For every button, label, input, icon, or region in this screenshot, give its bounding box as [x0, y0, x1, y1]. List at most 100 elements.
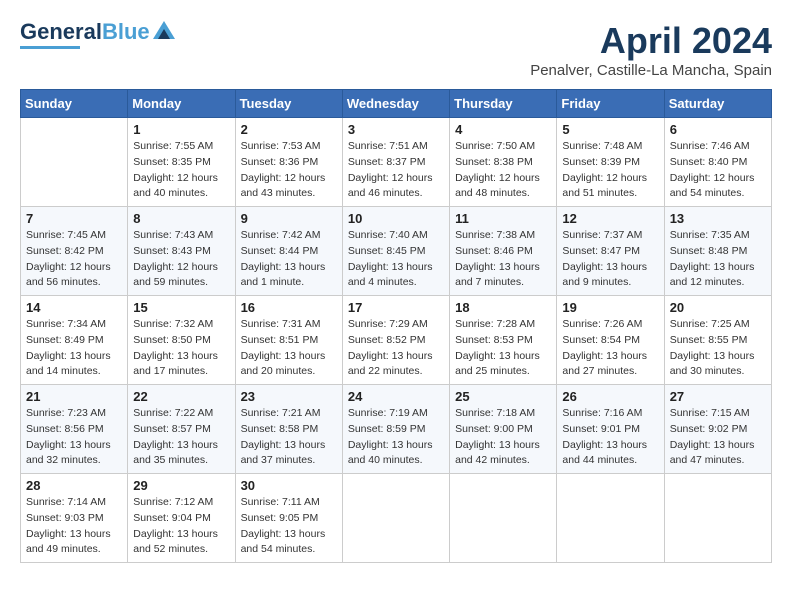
- day-info: Sunrise: 7:19 AMSunset: 8:59 PMDaylight:…: [348, 406, 444, 469]
- day-number: 7: [26, 211, 122, 226]
- day-number: 10: [348, 211, 444, 226]
- calendar-cell: 11Sunrise: 7:38 AMSunset: 8:46 PMDayligh…: [450, 207, 557, 296]
- day-info: Sunrise: 7:48 AMSunset: 8:39 PMDaylight:…: [562, 139, 658, 202]
- calendar-cell: 14Sunrise: 7:34 AMSunset: 8:49 PMDayligh…: [21, 296, 128, 385]
- day-info: Sunrise: 7:16 AMSunset: 9:01 PMDaylight:…: [562, 406, 658, 469]
- day-info: Sunrise: 7:51 AMSunset: 8:37 PMDaylight:…: [348, 139, 444, 202]
- calendar-cell: 25 Sunrise: 7:18 AMSunset: 9:00 PMDayligh…: [450, 385, 557, 474]
- page-header: General Blue April 2024 Penalver, Castil…: [20, 20, 772, 79]
- calendar-cell: 19 Sunrise: 7:26 AMSunset: 8:54 PMDayligh…: [557, 296, 664, 385]
- location-text: Penalver, Castille-La Mancha, Spain: [530, 62, 772, 79]
- calendar-cell: 28 Sunrise: 7:14 AMSunset: 9:03 PMDayligh…: [21, 474, 128, 563]
- column-header-sunday: Sunday: [21, 90, 128, 118]
- day-info: Sunrise: 7:25 AMSunset: 8:55 PMDaylight:…: [670, 317, 766, 380]
- day-info: Sunrise: 7:18 AMSunset: 9:00 PMDaylight:…: [455, 406, 551, 469]
- day-info: Sunrise: 7:42 AMSunset: 8:44 PMDaylight:…: [241, 228, 337, 291]
- title-area: April 2024 Penalver, Castille-La Mancha,…: [530, 20, 772, 79]
- day-info: Sunrise: 7:37 AMSunset: 8:47 PMDaylight:…: [562, 228, 658, 291]
- week-row-5: 28 Sunrise: 7:14 AMSunset: 9:03 PMDayligh…: [21, 474, 772, 563]
- day-number: 1: [133, 122, 229, 137]
- day-number: 23: [241, 389, 337, 404]
- column-header-friday: Friday: [557, 90, 664, 118]
- day-info: Sunrise: 7:26 AMSunset: 8:54 PMDaylight:…: [562, 317, 658, 380]
- calendar-cell: 27Sunrise: 7:15 AMSunset: 9:02 PMDayligh…: [664, 385, 771, 474]
- column-header-wednesday: Wednesday: [342, 90, 449, 118]
- day-number: 2: [241, 122, 337, 137]
- calendar-cell: 26 Sunrise: 7:16 AMSunset: 9:01 PMDayligh…: [557, 385, 664, 474]
- calendar-cell: 24 Sunrise: 7:19 AMSunset: 8:59 PMDayligh…: [342, 385, 449, 474]
- calendar-cell: 13Sunrise: 7:35 AMSunset: 8:48 PMDayligh…: [664, 207, 771, 296]
- day-info: Sunrise: 7:35 AMSunset: 8:48 PMDaylight:…: [670, 228, 766, 291]
- day-number: 12: [562, 211, 658, 226]
- calendar-header-row: SundayMondayTuesdayWednesdayThursdayFrid…: [21, 90, 772, 118]
- day-info: Sunrise: 7:38 AMSunset: 8:46 PMDaylight:…: [455, 228, 551, 291]
- day-info: Sunrise: 7:32 AMSunset: 8:50 PMDaylight:…: [133, 317, 229, 380]
- month-year-title: April 2024: [530, 20, 772, 62]
- day-number: 18: [455, 300, 551, 315]
- day-info: Sunrise: 7:14 AMSunset: 9:03 PMDaylight:…: [26, 495, 122, 558]
- calendar-cell: [342, 474, 449, 563]
- week-row-1: 1 Sunrise: 7:55 AMSunset: 8:35 PMDaylight…: [21, 118, 772, 207]
- day-number: 25: [455, 389, 551, 404]
- day-info: Sunrise: 7:50 AMSunset: 8:38 PMDaylight:…: [455, 139, 551, 202]
- calendar-cell: 29Sunrise: 7:12 AMSunset: 9:04 PMDayligh…: [128, 474, 235, 563]
- calendar-cell: [21, 118, 128, 207]
- day-number: 3: [348, 122, 444, 137]
- day-info: Sunrise: 7:22 AMSunset: 8:57 PMDaylight:…: [133, 406, 229, 469]
- calendar-cell: [450, 474, 557, 563]
- calendar-cell: 4Sunrise: 7:50 AMSunset: 8:38 PMDaylight…: [450, 118, 557, 207]
- day-number: 5: [562, 122, 658, 137]
- week-row-3: 14Sunrise: 7:34 AMSunset: 8:49 PMDayligh…: [21, 296, 772, 385]
- logo: General Blue: [20, 20, 175, 49]
- day-info: Sunrise: 7:46 AMSunset: 8:40 PMDaylight:…: [670, 139, 766, 202]
- week-row-4: 21Sunrise: 7:23 AMSunset: 8:56 PMDayligh…: [21, 385, 772, 474]
- calendar-cell: 30 Sunrise: 7:11 AMSunset: 9:05 PMDayligh…: [235, 474, 342, 563]
- day-number: 28: [26, 478, 122, 493]
- calendar-cell: 7 Sunrise: 7:45 AMSunset: 8:42 PMDaylight…: [21, 207, 128, 296]
- logo-blue-text: Blue: [102, 20, 150, 44]
- logo-icon: [153, 21, 175, 39]
- day-info: Sunrise: 7:21 AMSunset: 8:58 PMDaylight:…: [241, 406, 337, 469]
- day-number: 16: [241, 300, 337, 315]
- day-number: 9: [241, 211, 337, 226]
- day-number: 6: [670, 122, 766, 137]
- calendar-cell: 22Sunrise: 7:22 AMSunset: 8:57 PMDayligh…: [128, 385, 235, 474]
- day-info: Sunrise: 7:40 AMSunset: 8:45 PMDaylight:…: [348, 228, 444, 291]
- day-number: 24: [348, 389, 444, 404]
- calendar-cell: 20 Sunrise: 7:25 AMSunset: 8:55 PMDayligh…: [664, 296, 771, 385]
- day-number: 15: [133, 300, 229, 315]
- calendar-cell: 5 Sunrise: 7:48 AMSunset: 8:39 PMDaylight…: [557, 118, 664, 207]
- day-info: Sunrise: 7:31 AMSunset: 8:51 PMDaylight:…: [241, 317, 337, 380]
- day-number: 20: [670, 300, 766, 315]
- day-info: Sunrise: 7:29 AMSunset: 8:52 PMDaylight:…: [348, 317, 444, 380]
- day-info: Sunrise: 7:53 AMSunset: 8:36 PMDaylight:…: [241, 139, 337, 202]
- day-number: 30: [241, 478, 337, 493]
- day-info: Sunrise: 7:28 AMSunset: 8:53 PMDaylight:…: [455, 317, 551, 380]
- day-info: Sunrise: 7:15 AMSunset: 9:02 PMDaylight:…: [670, 406, 766, 469]
- calendar-cell: 2 Sunrise: 7:53 AMSunset: 8:36 PMDaylight…: [235, 118, 342, 207]
- day-info: Sunrise: 7:55 AMSunset: 8:35 PMDaylight:…: [133, 139, 229, 202]
- day-info: Sunrise: 7:34 AMSunset: 8:49 PMDaylight:…: [26, 317, 122, 380]
- calendar-table: SundayMondayTuesdayWednesdayThursdayFrid…: [20, 89, 772, 563]
- calendar-cell: [557, 474, 664, 563]
- day-number: 8: [133, 211, 229, 226]
- week-row-2: 7 Sunrise: 7:45 AMSunset: 8:42 PMDaylight…: [21, 207, 772, 296]
- logo-general-text: General: [20, 20, 102, 44]
- calendar-cell: 9 Sunrise: 7:42 AMSunset: 8:44 PMDaylight…: [235, 207, 342, 296]
- day-info: Sunrise: 7:11 AMSunset: 9:05 PMDaylight:…: [241, 495, 337, 558]
- day-number: 26: [562, 389, 658, 404]
- calendar-cell: 23 Sunrise: 7:21 AMSunset: 8:58 PMDayligh…: [235, 385, 342, 474]
- day-number: 29: [133, 478, 229, 493]
- day-number: 19: [562, 300, 658, 315]
- calendar-cell: [664, 474, 771, 563]
- column-header-saturday: Saturday: [664, 90, 771, 118]
- calendar-cell: 3 Sunrise: 7:51 AMSunset: 8:37 PMDaylight…: [342, 118, 449, 207]
- column-header-tuesday: Tuesday: [235, 90, 342, 118]
- calendar-cell: 6 Sunrise: 7:46 AMSunset: 8:40 PMDaylight…: [664, 118, 771, 207]
- logo-underline: [20, 46, 80, 49]
- calendar-cell: 12 Sunrise: 7:37 AMSunset: 8:47 PMDayligh…: [557, 207, 664, 296]
- day-info: Sunrise: 7:45 AMSunset: 8:42 PMDaylight:…: [26, 228, 122, 291]
- calendar-cell: 10 Sunrise: 7:40 AMSunset: 8:45 PMDayligh…: [342, 207, 449, 296]
- calendar-cell: 18 Sunrise: 7:28 AMSunset: 8:53 PMDayligh…: [450, 296, 557, 385]
- calendar-cell: 8Sunrise: 7:43 AMSunset: 8:43 PMDaylight…: [128, 207, 235, 296]
